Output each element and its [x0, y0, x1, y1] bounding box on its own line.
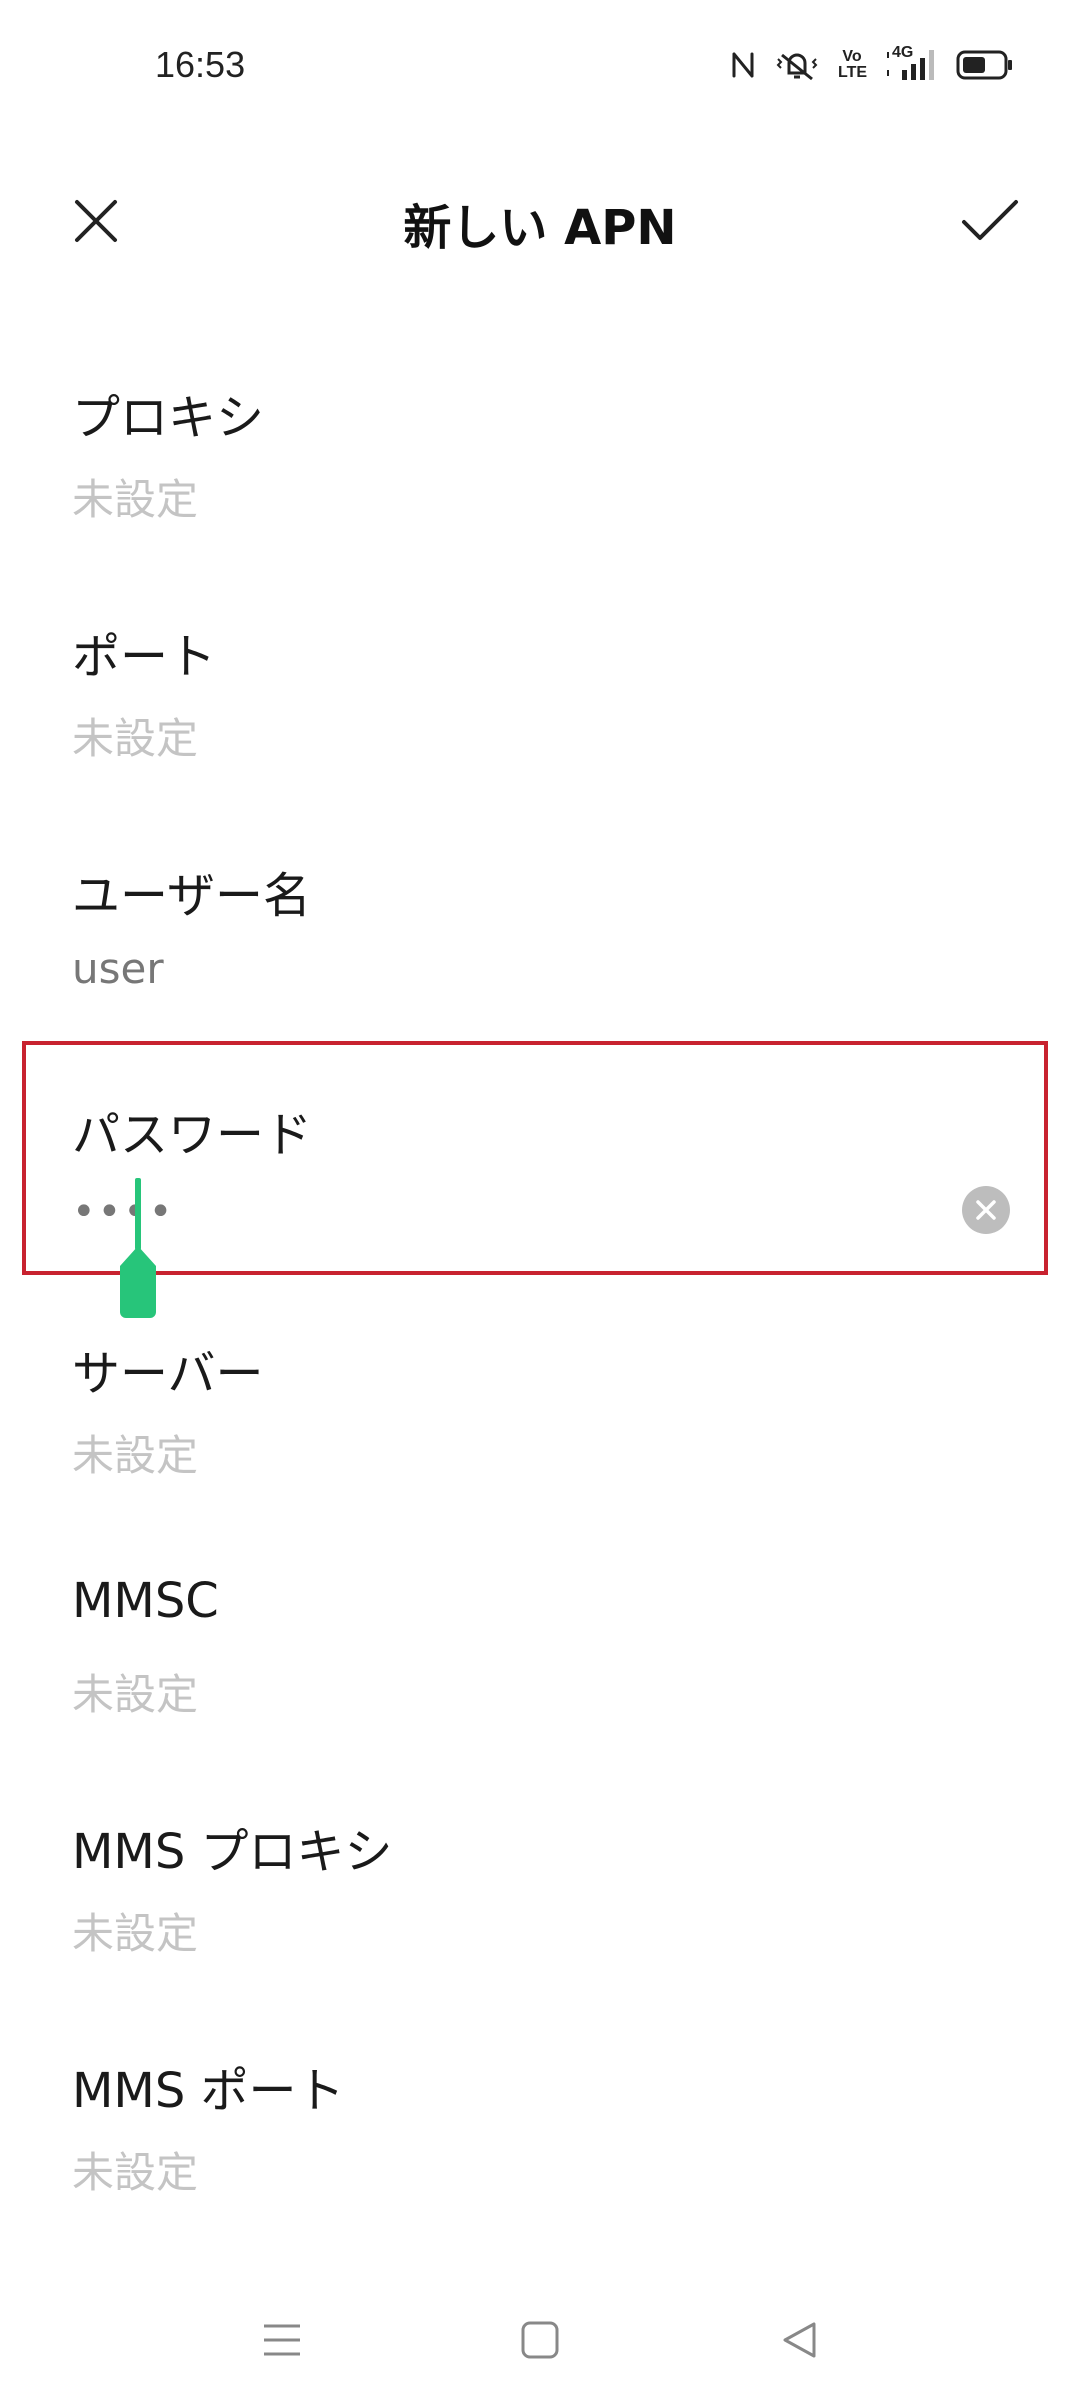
home-icon: [521, 2321, 559, 2359]
volte-icon: Vo LTE: [838, 48, 868, 81]
setting-item-mms-port[interactable]: MMS ポート 未設定: [0, 2051, 1080, 2289]
volte-bottom-text: LTE: [838, 64, 868, 81]
setting-value: 未設定: [72, 714, 199, 763]
page-title: 新しい APN: [403, 200, 677, 256]
nfc-icon: [732, 52, 754, 78]
password-input[interactable]: ••••: [72, 1192, 174, 1232]
menu-icon: [264, 2324, 300, 2356]
setting-value: 未設定: [72, 1670, 199, 1719]
clear-text-button[interactable]: [962, 1186, 1010, 1234]
clear-icon: [976, 1200, 996, 1220]
cursor-handle[interactable]: [120, 1246, 156, 1318]
setting-value: 未設定: [72, 475, 199, 524]
check-icon: [962, 200, 1018, 240]
status-bar: 16:53 Vo LTE 4G: [0, 0, 1080, 140]
setting-item-password[interactable]: パスワード: [0, 1095, 1080, 1275]
setting-item-server[interactable]: サーバー 未設定: [0, 1334, 1080, 1572]
status-icons: Vo LTE 4G: [730, 44, 1014, 82]
back-button[interactable]: [770, 2310, 830, 2370]
setting-label: ポート: [72, 629, 217, 685]
battery-icon: [956, 50, 1012, 80]
setting-value: 未設定: [72, 1431, 199, 1480]
status-time: 16:53: [155, 44, 246, 85]
setting-item-mmsc[interactable]: MMSC 未設定: [0, 1573, 1080, 1811]
signal-4g-icon: 4G: [884, 44, 938, 82]
confirm-button[interactable]: [950, 185, 1030, 257]
setting-label: サーバー: [72, 1346, 264, 1402]
setting-value: 未設定: [72, 2148, 199, 2197]
app-bar: 新しい APN: [0, 160, 1080, 270]
setting-value: 未設定: [72, 1909, 199, 1958]
home-button[interactable]: [510, 2310, 570, 2370]
menu-button[interactable]: [252, 2310, 312, 2370]
setting-label: MMS プロキシ: [72, 1824, 393, 1880]
back-icon: [783, 2322, 816, 2358]
setting-item-port[interactable]: ポート 未設定: [0, 617, 1080, 855]
text-cursor: [135, 1178, 141, 1250]
setting-label: MMS ポート: [72, 2063, 345, 2119]
navigation-bar: [0, 2290, 1080, 2380]
setting-label: MMSC: [72, 1573, 219, 1629]
setting-label: パスワード: [72, 1107, 313, 1163]
vibrate-icon: [776, 53, 818, 81]
setting-label: ユーザー名: [72, 868, 312, 924]
setting-item-mms-proxy[interactable]: MMS プロキシ 未設定: [0, 1812, 1080, 2050]
volte-top-text: Vo: [842, 48, 862, 65]
setting-value: user: [72, 944, 164, 993]
setting-item-proxy[interactable]: プロキシ 未設定: [0, 378, 1080, 616]
setting-label: プロキシ: [72, 390, 265, 446]
